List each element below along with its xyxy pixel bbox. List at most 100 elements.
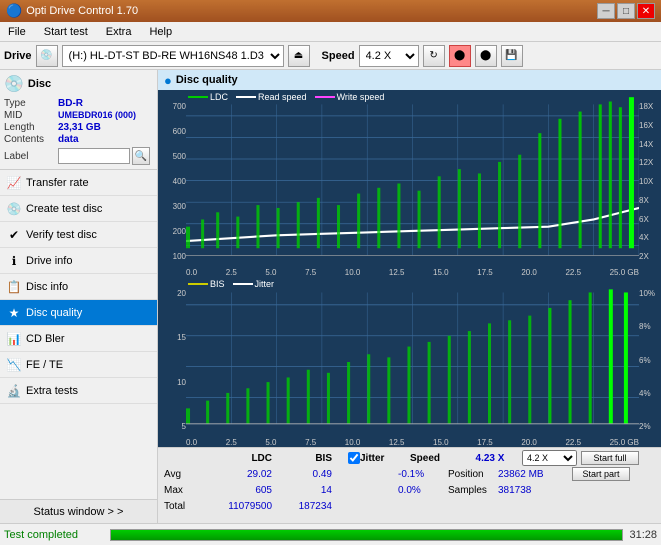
max-jitter: 0.0% xyxy=(398,485,448,496)
menu-extra[interactable]: Extra xyxy=(102,24,136,40)
speed-select[interactable]: 4.2 X xyxy=(359,45,419,67)
eject-button[interactable]: ⏏ xyxy=(288,45,310,67)
create-test-disc-icon: 💿 xyxy=(6,202,22,216)
nav-disc-quality[interactable]: ★ Disc quality xyxy=(0,300,157,326)
nav-drive-info[interactable]: ℹ Drive info xyxy=(0,248,157,274)
avg-bis: 0.49 xyxy=(272,469,332,480)
drive-label: Drive xyxy=(4,50,32,62)
bis-chart-svg xyxy=(186,277,639,447)
disc-label-row: Label 🔍 xyxy=(4,147,153,165)
bis-legend-item: BIS xyxy=(188,279,225,289)
speed-select-stats[interactable]: 4.2 X xyxy=(522,450,577,466)
nav-verify-test-disc[interactable]: ✔ Verify test disc xyxy=(0,222,157,248)
max-bis: 14 xyxy=(272,485,332,496)
content-area: ● Disc quality LDC Read speed xyxy=(158,70,661,523)
drive-info-icon: ℹ xyxy=(6,254,22,268)
speed-value-display: 4.23 X xyxy=(460,453,520,464)
fe-te-icon: 📉 xyxy=(6,358,22,372)
nav-extra-tests-label: Extra tests xyxy=(26,385,78,397)
nav-create-test-disc-label: Create test disc xyxy=(26,203,102,215)
start-full-button[interactable]: Start full xyxy=(581,451,639,465)
ldc-legend-item: LDC xyxy=(188,92,228,102)
nav-cd-bler-label: CD Bler xyxy=(26,333,65,345)
jitter-legend-item: Jitter xyxy=(233,279,275,289)
disc-contents-label: Contents xyxy=(4,134,58,145)
status-window-label: Status window > > xyxy=(34,506,124,518)
charts-area: LDC Read speed Write speed xyxy=(158,90,661,447)
disc-section-label: Disc xyxy=(28,78,51,90)
nav-drive-info-label: Drive info xyxy=(26,255,72,267)
jitter-checkbox[interactable] xyxy=(348,452,360,464)
verify-test-disc-icon: ✔ xyxy=(6,228,22,242)
disc-label-label: Label xyxy=(4,151,58,162)
nav-fe-te-label: FE / TE xyxy=(26,359,63,371)
transfer-rate-icon: 📈 xyxy=(6,176,22,190)
ldc-legend-label: LDC xyxy=(210,92,228,102)
disc-type-row: Type BD-R xyxy=(4,98,153,109)
bis-legend-label: BIS xyxy=(210,279,225,289)
drive-select[interactable]: (H:) HL-DT-ST BD-RE WH16NS48 1.D3 xyxy=(62,45,284,67)
disc-length-row: Length 23,31 GB xyxy=(4,122,153,133)
disc-length-value: 23,31 GB xyxy=(58,122,101,133)
time-display: 31:28 xyxy=(629,529,657,541)
status-window-button[interactable]: Status window > > xyxy=(0,499,157,523)
menu-help[interactable]: Help xyxy=(145,24,176,40)
save-button[interactable]: 💾 xyxy=(501,45,523,67)
speed-refresh-button[interactable]: ↻ xyxy=(423,45,445,67)
nav-create-test-disc[interactable]: 💿 Create test disc xyxy=(0,196,157,222)
app-title: Opti Drive Control 1.70 xyxy=(26,5,138,17)
disc-quality-header: ● Disc quality xyxy=(158,70,661,90)
speed-header: Speed xyxy=(410,453,460,464)
disc-mid-value: UMEBDR016 (000) xyxy=(58,110,136,121)
stats-bar: LDC BIS Jitter Speed 4.23 X 4.2 X Start … xyxy=(158,447,661,523)
menu-start-test[interactable]: Start test xyxy=(40,24,92,40)
speed-label: Speed xyxy=(322,50,355,62)
bis-y-axis-right: 10% 8% 6% 4% 2% xyxy=(639,277,661,447)
disc-quality-title: Disc quality xyxy=(176,74,238,86)
nav-fe-te[interactable]: 📉 FE / TE xyxy=(0,352,157,378)
nav-verify-test-disc-label: Verify test disc xyxy=(26,229,97,241)
max-ldc: 605 xyxy=(200,485,272,496)
drive-icon-button[interactable]: 💿 xyxy=(36,45,58,67)
max-label: Max xyxy=(164,485,200,496)
samples-label: Samples xyxy=(448,485,498,496)
nav-cd-bler[interactable]: 📊 CD Bler xyxy=(0,326,157,352)
speed-action-button1[interactable]: ⬤ xyxy=(449,45,471,67)
jitter-legend-label: Jitter xyxy=(255,279,275,289)
app-icon: 🔵 xyxy=(6,3,22,19)
total-ldc: 11079500 xyxy=(200,501,272,512)
ldc-legend: LDC Read speed Write speed xyxy=(188,92,384,102)
nav-disc-quality-label: Disc quality xyxy=(26,307,82,319)
drivebar: Drive 💿 (H:) HL-DT-ST BD-RE WH16NS48 1.D… xyxy=(0,42,661,70)
sidebar: 💿 Disc Type BD-R MID UMEBDR016 (000) Len… xyxy=(0,70,158,523)
avg-ldc: 29.02 xyxy=(200,469,272,480)
nav-transfer-rate[interactable]: 📈 Transfer rate xyxy=(0,170,157,196)
nav-extra-tests[interactable]: 🔬 Extra tests xyxy=(0,378,157,404)
write-speed-legend-item: Write speed xyxy=(315,92,385,102)
ldc-header: LDC xyxy=(200,453,272,464)
menu-file[interactable]: File xyxy=(4,24,30,40)
nav-disc-info-label: Disc info xyxy=(26,281,68,293)
progress-bar-container xyxy=(110,529,623,541)
titlebar-left: 🔵 Opti Drive Control 1.70 xyxy=(6,3,138,19)
ldc-chart-svg xyxy=(186,90,639,277)
disc-quality-header-icon: ● xyxy=(164,73,172,88)
disc-panel: 💿 Disc Type BD-R MID UMEBDR016 (000) Len… xyxy=(0,70,157,170)
disc-length-label: Length xyxy=(4,122,58,133)
nav-disc-info[interactable]: 📋 Disc info xyxy=(0,274,157,300)
speed-action-button2[interactable]: ⬤ xyxy=(475,45,497,67)
close-button[interactable]: ✕ xyxy=(637,3,655,19)
disc-label-button[interactable]: 🔍 xyxy=(132,147,150,165)
bis-y-axis-left: 20 15 10 5 xyxy=(158,277,186,447)
start-part-button[interactable]: Start part xyxy=(572,467,630,481)
maximize-button[interactable]: □ xyxy=(617,3,635,19)
progress-bar-fill xyxy=(111,530,622,540)
bis-chart: BIS Jitter xyxy=(158,277,661,447)
status-text: Test completed xyxy=(4,529,104,541)
bis-legend: BIS Jitter xyxy=(188,279,274,289)
disc-label-input[interactable] xyxy=(58,148,130,164)
avg-label: Avg xyxy=(164,469,200,480)
total-bis: 187234 xyxy=(272,501,332,512)
disc-mid-row: MID UMEBDR016 (000) xyxy=(4,110,153,121)
minimize-button[interactable]: ─ xyxy=(597,3,615,19)
